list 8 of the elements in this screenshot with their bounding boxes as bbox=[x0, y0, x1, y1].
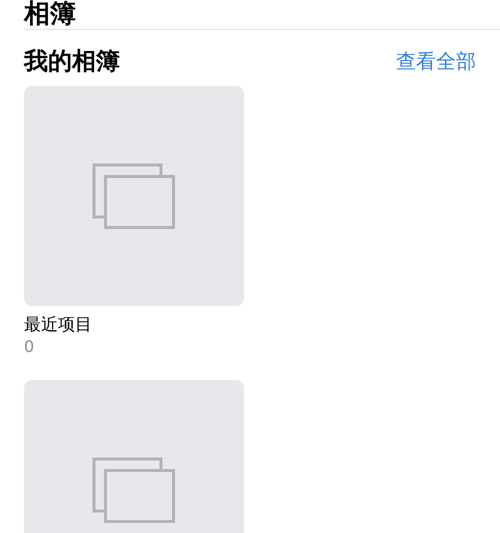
photo-stack-icon bbox=[92, 457, 176, 523]
album-count: 0 bbox=[24, 336, 36, 358]
section-title: 我的相簿 bbox=[24, 46, 120, 77]
album-cover[interactable] bbox=[24, 86, 244, 306]
page-title: 相簿 bbox=[22, 0, 77, 28]
see-all-link[interactable]: 查看全部 bbox=[396, 48, 476, 74]
album-name: 最近项目 bbox=[24, 314, 93, 336]
photo-stack-icon bbox=[92, 163, 176, 229]
